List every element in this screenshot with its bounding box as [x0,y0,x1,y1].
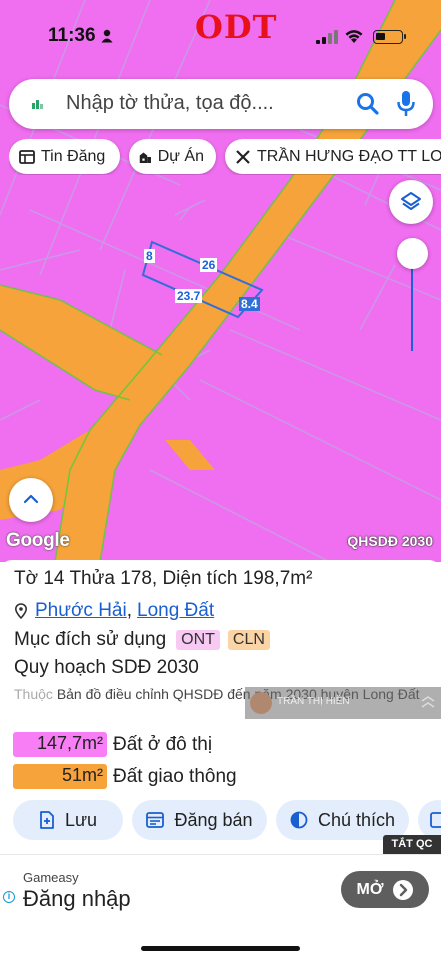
legend-button[interactable]: Chú thích [276,800,409,840]
area-row-residential: 147,7m² Đất ở đô thị [13,732,212,757]
area-value: 51m² [13,764,107,789]
ad-brand: Gameasy [23,870,79,885]
battery-icon [373,30,406,44]
chip-tin-dang[interactable]: Tin Đăng [9,139,120,174]
chip-road[interactable]: TRẦN HƯNG ĐẠO TT LO [225,139,441,174]
chevron-up-icon [23,494,39,504]
chip-label: Dự Án [157,147,204,165]
ad-open-button[interactable]: MỞ [341,871,429,908]
double-chevron-icon [421,696,435,708]
edge-label-bottom: 23.7 [175,289,203,303]
opacity-slider-track[interactable] [411,255,413,351]
area-label: Đất giao thông [113,765,237,787]
ad-info-icon[interactable]: i [3,891,15,903]
app-logo-icon [26,93,48,115]
plot-prefix: Thửa [69,568,115,589]
button-label: Chú thích [317,809,396,830]
area-value: 147,7m² [13,732,107,757]
chip-label: Tin Đăng [41,147,106,165]
parcel-location: Phước Hải, Long Đất [14,600,214,622]
search-bar[interactable]: Nhập tờ thửa, tọa độ.... [9,79,433,129]
buildings-icon [139,152,151,163]
plan-source-prefix: Thuộc [14,686,53,702]
google-watermark: Google [6,530,70,551]
zone-code-overlay: ODT [195,8,278,46]
sheet-prefix: Tờ [14,568,39,589]
area-label: Đất ở đô thị [113,733,213,755]
layers-button[interactable] [389,180,433,224]
map-layer-name: QHSDĐ 2030 [347,533,433,549]
chip-du-an[interactable]: Dự Án [129,139,216,174]
wifi-icon [345,30,363,43]
post-listing-button[interactable]: Đăng bán [132,800,267,840]
purpose-tag-ont: ONT [176,630,220,650]
user-watermark-overlay: TRẦN THỊ HIỀN [245,687,441,719]
button-label: Lưu [64,809,98,830]
home-indicator [141,946,300,951]
location-pin-icon [14,603,28,619]
chevron-right-icon [393,879,414,900]
parcel-info-panel: Tờ 14 Thửa 178, Diện tích 198,7m² Phước … [0,560,441,855]
search-input[interactable]: Nhập tờ thửa, tọa độ.... [66,92,274,115]
parcel-area: 198,7m² [242,568,313,589]
ad-headline: Đăng nhập [23,886,131,911]
map-canvas[interactable]: 8 26 23.7 8.4 11:36 ODT Nhập tờ thửa, tọ… [0,0,441,562]
edge-label-right: 8.4 [239,297,260,311]
action-buttons: Lưu Đăng bán Chú thích [13,800,441,841]
opacity-slider-handle[interactable] [397,238,428,269]
ad-banner[interactable]: i Gameasy Đăng nhập MỞ [0,854,441,922]
microphone-icon[interactable] [396,90,416,118]
button-label: MỞ [356,880,384,898]
area-row-traffic: 51m² Đất giao thông [13,764,237,789]
cellular-signal-icon [316,30,338,44]
close-ad-button[interactable]: TẮT QC [383,835,441,854]
ward-link[interactable]: Phước Hải [35,600,127,622]
purpose-tag-cln: CLN [227,630,270,650]
status-time: 11:36 [48,25,96,46]
district-link[interactable]: Long Đất [137,600,214,622]
more-action-button[interactable] [418,800,441,840]
purpose-label: Mục đích sử dụng [14,629,167,650]
listing-icon [146,812,165,828]
edge-label-left: 8 [144,249,155,263]
avatar [250,692,272,714]
newspaper-icon [19,149,35,164]
plan-title: Quy hoạch SDĐ 2030 [14,657,199,678]
layers-icon [401,192,421,210]
parcel-title: Tờ 14 Thửa 178, Diện tích 198,7m² [14,568,312,590]
save-button[interactable]: Lưu [13,800,123,840]
status-bar: 11:36 ODT [0,0,441,70]
save-icon [40,811,54,829]
more-action-icon [430,812,441,828]
quick-filter-chips: Tin Đăng Dự Án TRẦN HƯNG ĐẠO TT LO [9,139,441,175]
area-prefix: , Diện tích [151,568,238,589]
button-label: Đăng bán [174,809,253,830]
road-icon [236,149,250,164]
expand-panel-button[interactable] [9,478,53,522]
chip-label: TRẦN HƯNG ĐẠO TT LO [257,147,441,165]
land-use-purpose: Mục đích sử dụng ONT CLN [14,629,270,651]
sheet-number: 14 [43,568,65,589]
user-name: TRẦN THỊ HIỀN [277,696,350,707]
plot-number: 178 [120,568,152,589]
edge-label-top: 26 [200,258,218,272]
person-icon [101,29,113,43]
search-icon[interactable] [355,91,381,117]
legend-icon [290,811,308,829]
